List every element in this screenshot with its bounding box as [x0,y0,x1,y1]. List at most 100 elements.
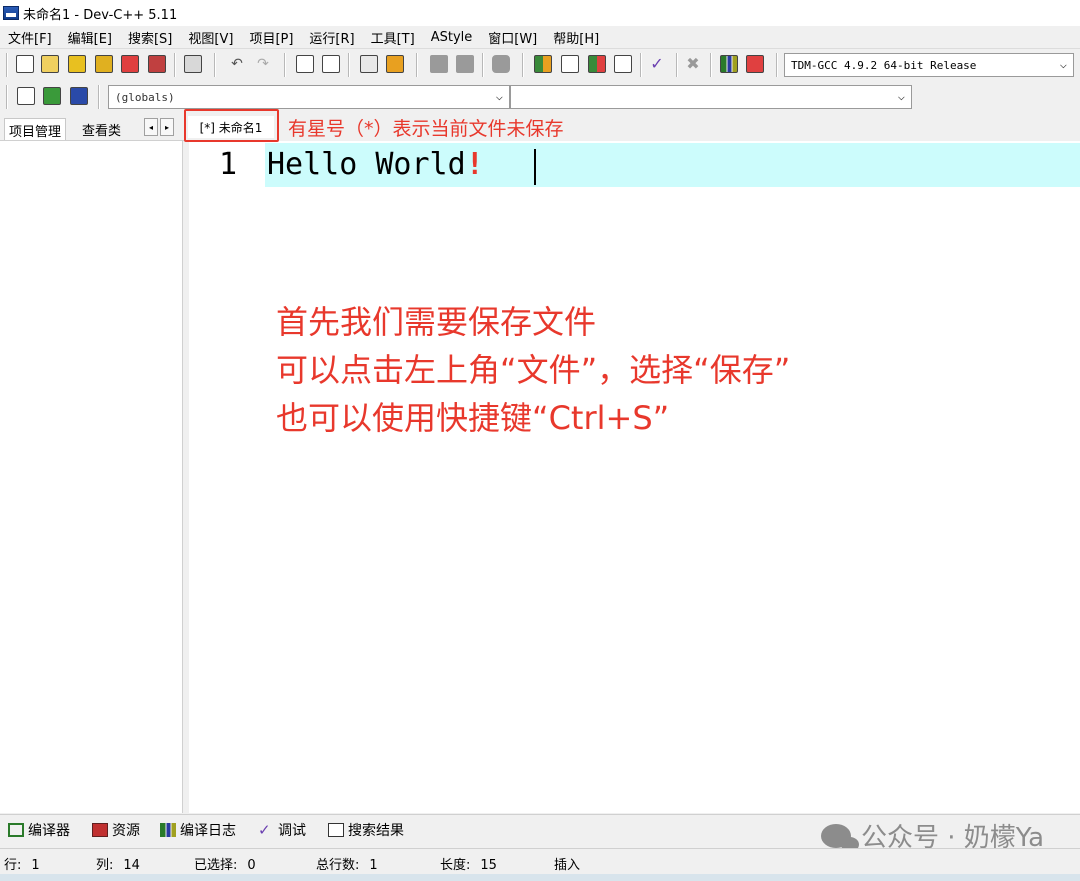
open-file-icon[interactable] [41,55,59,73]
toolbar-separator [776,53,778,77]
menu-help[interactable]: 帮助[H] [545,28,607,47]
status-selected-label: 已选择: [194,858,238,873]
toolbar-separator [284,53,286,77]
toolbar-separator [710,53,712,77]
wechat-icon [820,823,859,852]
tab-search-results[interactable]: 搜索结果 [328,819,404,841]
annotation-unsaved-note: 有星号（*）表示当前文件未保存 [288,118,564,140]
tab-compile-log[interactable]: 编译日志 [160,819,236,841]
tab-class-browser[interactable]: 查看类 [78,118,125,140]
main-toolbar: ↶ ↷ ✓ ✖ TDM-GCC 4.9.2 64-bit Release ⌵ [0,48,1080,81]
project-tree-panel[interactable] [0,141,183,813]
annotation-line-3: 也可以使用快捷键“Ctrl+S” [276,399,670,437]
menu-edit[interactable]: 编辑[E] [60,28,120,47]
compile-icon[interactable] [534,55,552,73]
close-file-icon[interactable] [121,55,139,73]
tab-search-results-label: 搜索结果 [348,823,404,839]
status-length-value: 15 [480,858,497,873]
compile-log-icon [160,823,176,837]
menu-view[interactable]: 视图[V] [180,28,241,47]
scope-select[interactable]: (globals) ⌵ [108,85,510,109]
toolbar-separator [174,53,176,77]
title-bar: 未命名1 - Dev-C++ 5.11 [0,0,1080,26]
menu-file[interactable]: 文件[F] [0,28,60,47]
toolbar-separator [214,53,216,77]
toolbar-separator [6,85,8,109]
tab-project-manager[interactable]: 项目管理 [4,118,67,140]
print-icon[interactable] [184,55,202,73]
find-icon[interactable] [296,55,314,73]
tab-scroll-left-icon[interactable]: ◂ [144,118,158,136]
undo-icon[interactable]: ↶ [228,55,246,73]
annotation-instructions: 首先我们需要保存文件 可以点击左上角“文件”，选择“保存” 也可以使用快捷键“C… [276,298,790,442]
stop-execution-icon[interactable]: ✖ [684,55,702,73]
tab-scroll-right-icon[interactable]: ▸ [160,118,174,136]
menu-search[interactable]: 搜索[S] [120,28,180,47]
syntax-check-icon[interactable]: ✓ [648,55,666,73]
code-text: Hello World [267,147,466,182]
tab-highlight-box [184,109,279,142]
compiler-select-value: TDM-GCC 4.9.2 64-bit Release [791,58,977,72]
toolbar-separator [640,53,642,77]
run-icon[interactable] [561,55,579,73]
toolbar-separator [416,53,418,77]
status-selected: 已选择: 0 [194,854,256,873]
menu-astyle[interactable]: AStyle [423,30,481,45]
status-col: 列: 14 [96,854,140,873]
window-title: 未命名1 - Dev-C++ 5.11 [23,7,178,23]
status-length-label: 长度: [440,858,471,873]
annotation-line-2: 可以点击左上角“文件”，选择“保存” [276,351,791,389]
tab-compiler-label: 编译器 [28,823,70,839]
tab-compiler[interactable]: 编译器 [8,819,70,841]
tab-debug-label: 调试 [278,823,306,839]
compiler-select[interactable]: TDM-GCC 4.9.2 64-bit Release ⌵ [784,53,1074,77]
project-options-icon[interactable] [492,55,510,73]
goto-icon[interactable] [70,87,88,105]
replace-icon[interactable] [322,55,340,73]
toolbar-separator [522,53,524,77]
scope-select-value: (globals) [115,90,175,104]
toggle-icon[interactable] [43,87,61,105]
status-total-lines: 总行数: 1 [316,854,378,873]
insert-icon[interactable] [17,87,35,105]
toolbar-separator [6,53,8,77]
resources-icon [92,823,108,837]
compile-run-icon[interactable] [588,55,606,73]
tab-resources[interactable]: 资源 [92,819,140,841]
new-file-icon[interactable] [16,55,34,73]
tab-compile-log-label: 编译日志 [180,823,236,839]
compiler-icon [8,823,24,837]
tab-debug[interactable]: ✓ 调试 [258,819,306,841]
line-number: 1 [218,147,237,182]
save-all-icon[interactable] [95,55,113,73]
rebuild-all-icon[interactable] [614,55,632,73]
delete-profile-icon[interactable] [746,55,764,73]
code-line[interactable]: Hello World! [267,147,484,182]
status-insert-mode: 插入 [554,858,581,873]
status-total-lines-label: 总行数: [316,858,360,873]
menu-run[interactable]: 运行[R] [301,28,362,47]
menu-tools[interactable]: 工具[T] [363,28,423,47]
save-icon[interactable] [68,55,86,73]
close-all-icon[interactable] [148,55,166,73]
chevron-down-icon: ⌵ [1059,57,1067,71]
code-editor[interactable]: 1 Hello World! [189,141,1080,813]
bookmark-icon[interactable] [386,55,404,73]
add-to-project-icon[interactable] [430,55,448,73]
menu-project[interactable]: 项目[P] [241,28,301,47]
devcpp-app-icon [3,6,19,20]
profile-analysis-icon[interactable] [720,55,738,73]
menu-window[interactable]: 窗口[W] [480,28,545,47]
remove-from-project-icon[interactable] [456,55,474,73]
toolbar-separator [482,53,484,77]
class-toolbar: (globals) ⌵ ⌵ [0,81,1080,113]
search-results-icon [328,823,344,837]
status-selected-value: 0 [247,858,256,873]
toolbar-separator [676,53,678,77]
function-select[interactable]: ⌵ [510,85,912,109]
status-length: 长度: 15 [440,854,497,873]
menu-bar: 文件[F] 编辑[E] 搜索[S] 视图[V] 项目[P] 运行[R] 工具[T… [0,26,1080,48]
goto-line-icon[interactable] [360,55,378,73]
redo-icon[interactable]: ↷ [254,55,272,73]
taskbar-strip [0,874,1080,881]
